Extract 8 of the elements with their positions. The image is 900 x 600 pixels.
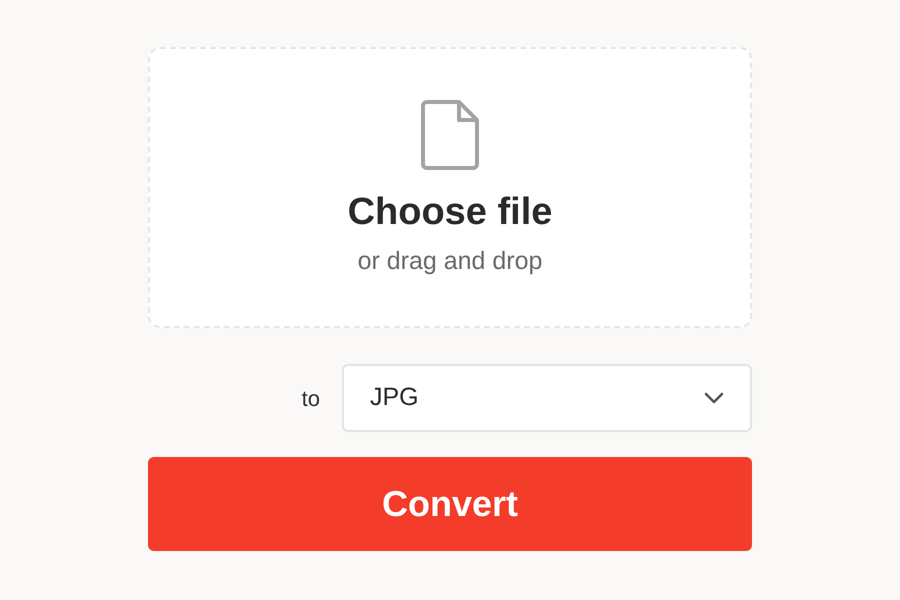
- format-label: to: [300, 384, 321, 412]
- convert-button[interactable]: Convert: [148, 457, 752, 551]
- file-drop-zone[interactable]: Choose file or drag and drop: [148, 47, 752, 328]
- file-icon: [419, 99, 481, 171]
- format-select[interactable]: JPG: [342, 364, 752, 432]
- chevron-down-icon: [704, 392, 724, 404]
- choose-file-title: Choose file: [348, 193, 552, 231]
- drag-drop-hint: or drag and drop: [358, 249, 542, 274]
